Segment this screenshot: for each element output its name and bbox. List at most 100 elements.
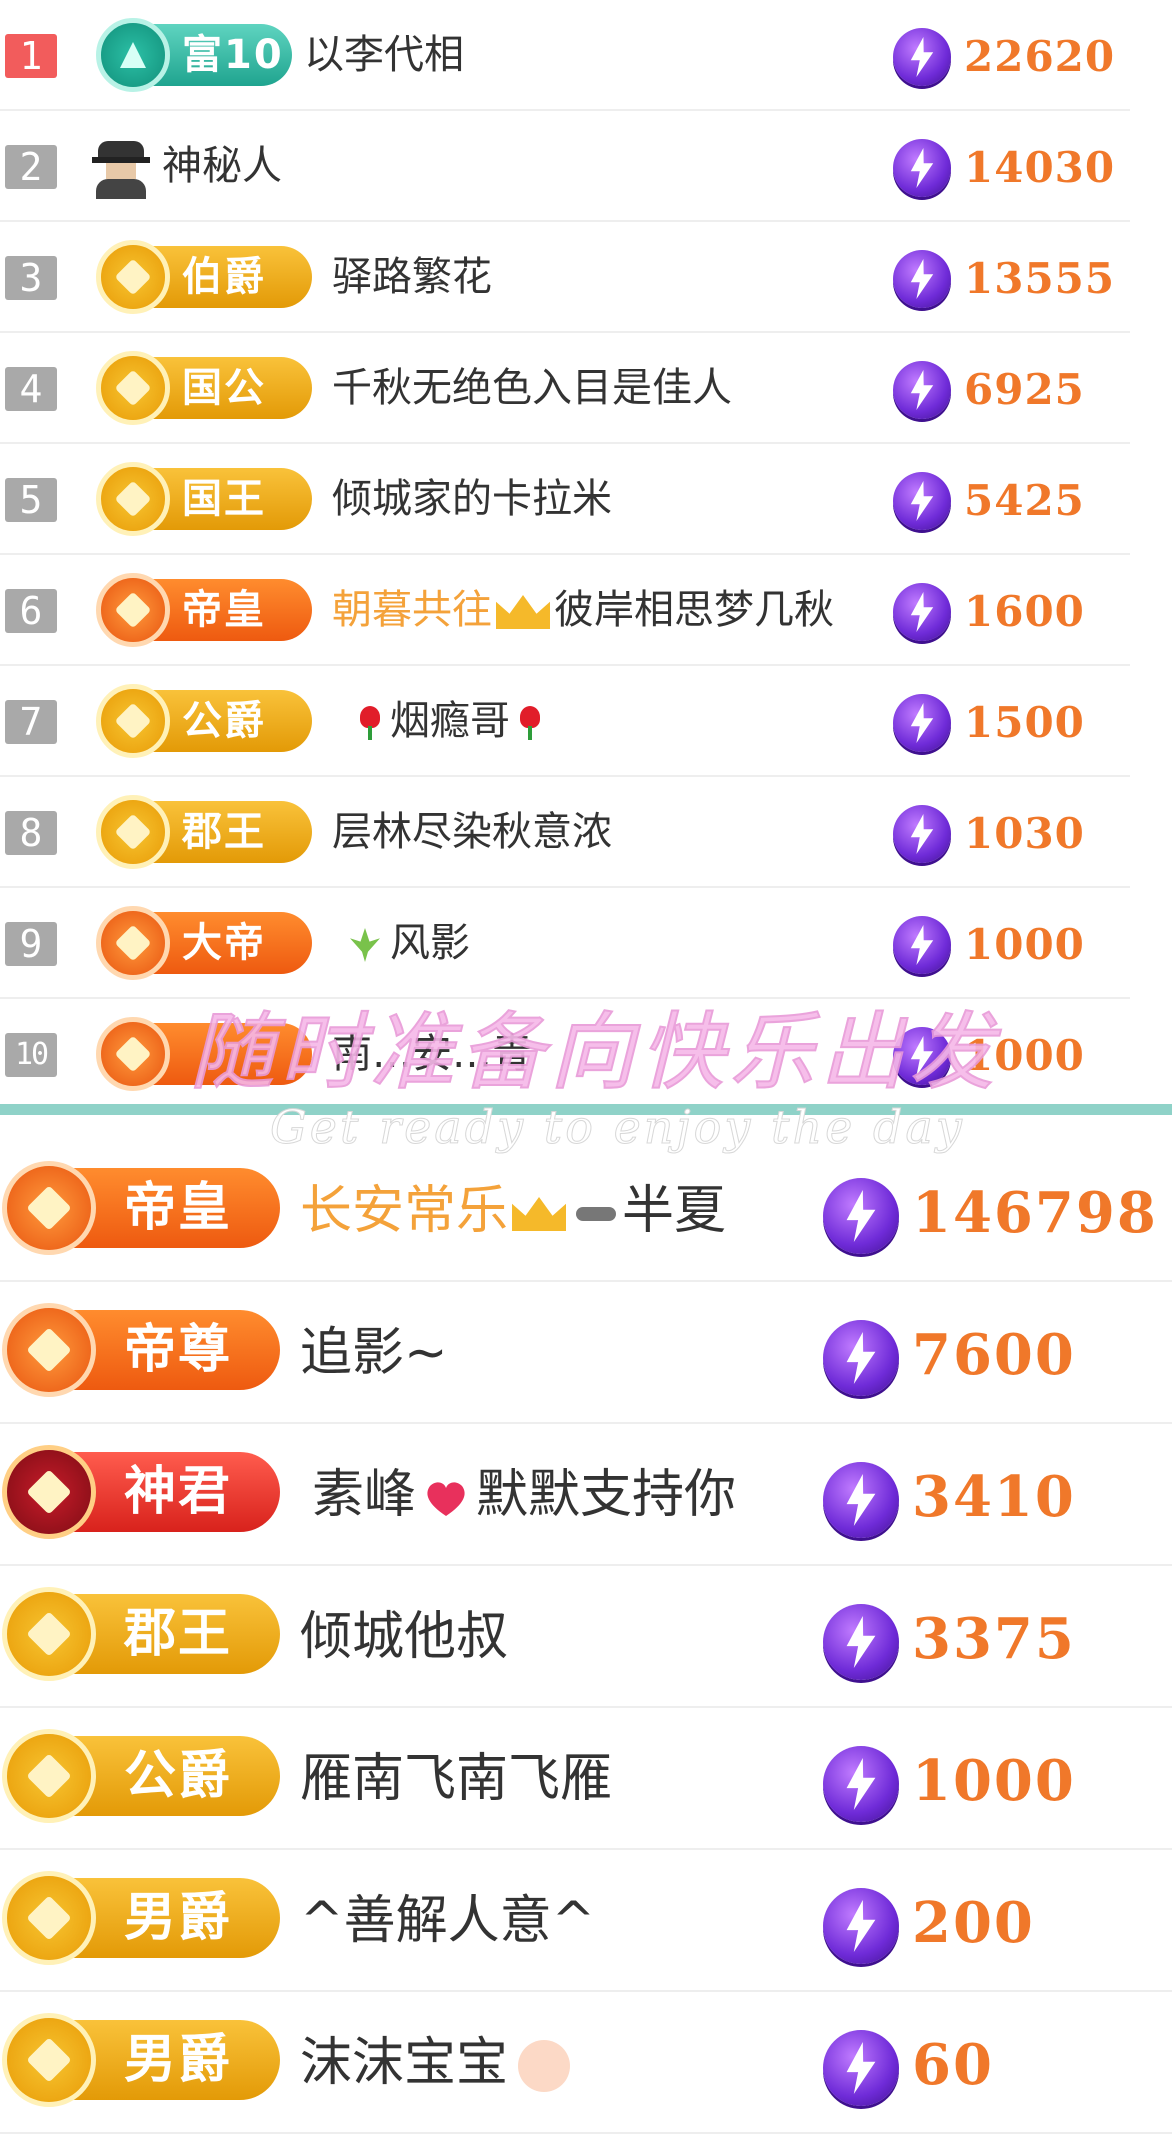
- medal-icon: [2, 2013, 96, 2107]
- medal-icon: [2, 1729, 96, 1823]
- rank-number: 3: [5, 256, 57, 300]
- username[interactable]: 风影: [350, 914, 470, 972]
- lightning-coin-icon: [823, 1462, 899, 1538]
- username[interactable]: 烟瘾哥: [350, 692, 550, 750]
- list-item[interactable]: 郡王 倾城他叔 3375: [0, 1566, 1172, 1708]
- rank-badge: 郡王: [96, 795, 312, 869]
- list-item[interactable]: 1 富10 以李代相 22620: [0, 0, 1130, 111]
- score-value: 60: [912, 2032, 994, 2098]
- list-item[interactable]: 7 公爵 烟瘾哥 1500: [0, 666, 1130, 777]
- username[interactable]: 朝暮共往 彼岸相思梦几秋: [332, 581, 834, 639]
- username[interactable]: 追影~: [300, 1318, 448, 1388]
- rank-number: 9: [5, 922, 57, 966]
- score-value: 13555: [964, 254, 1116, 303]
- badge-label: 公爵: [182, 698, 266, 744]
- username[interactable]: 层林尽染秋意浓: [332, 803, 612, 861]
- username-text: 驿路繁花: [332, 254, 492, 300]
- medal-icon: [96, 240, 170, 314]
- list-item[interactable]: 神君 素峰 默默支持你 3410: [0, 1424, 1172, 1566]
- rank-number: 4: [5, 367, 57, 411]
- username-text: 神秘人: [162, 143, 282, 189]
- username-text: 千秋无绝色入目是佳人: [332, 365, 732, 411]
- heart-icon: [424, 1478, 468, 1518]
- list-item[interactable]: 4 国公 千秋无绝色入目是佳人 6925: [0, 333, 1130, 444]
- username-text: 层林尽染秋意浓: [332, 809, 612, 855]
- score-value: 1030: [964, 809, 1085, 858]
- rank-number: 6: [5, 589, 57, 633]
- rank-number: 5: [5, 478, 57, 522]
- watermark-chinese: 随时准备向快乐出发: [189, 1002, 1001, 1102]
- badge-label: 伯爵: [182, 254, 266, 300]
- crown-icon: [512, 1197, 567, 1231]
- score-value: 6925: [964, 365, 1085, 414]
- medal-icon: [96, 351, 170, 425]
- rank-number: 7: [5, 700, 57, 744]
- score-value: 14030: [964, 143, 1116, 192]
- medal-icon: [96, 1017, 170, 1091]
- score-value: 1000: [912, 1748, 1076, 1814]
- rank-badge: 国公: [96, 351, 312, 425]
- list-item[interactable]: 帝尊 追影~ 7600: [0, 1282, 1172, 1424]
- username-text: 追影~: [300, 1323, 448, 1383]
- rank-number: 10: [5, 1033, 57, 1077]
- username-text: 长安常乐: [300, 1181, 509, 1241]
- username-text: 彼岸相思梦几秋: [554, 587, 834, 633]
- username-text: 素峰: [312, 1465, 417, 1525]
- rank-badge: 公爵: [96, 684, 312, 758]
- username[interactable]: 倾城家的卡拉米: [332, 470, 612, 528]
- rose-icon: [360, 706, 380, 740]
- badge-label: 郡王: [124, 1604, 233, 1664]
- lightning-coin-icon: [893, 694, 951, 752]
- score-value: 7600: [912, 1322, 1076, 1388]
- rank-number: 8: [5, 811, 57, 855]
- username[interactable]: 神秘人: [162, 137, 282, 195]
- username[interactable]: 以李代相: [304, 26, 464, 84]
- badge-label: 帝尊: [124, 1320, 233, 1380]
- list-item[interactable]: 公爵 雁南飞南飞雁 1000: [0, 1708, 1172, 1850]
- username[interactable]: 倾城他叔: [300, 1602, 508, 1672]
- score-value: 3410: [912, 1464, 1076, 1530]
- list-item[interactable]: 2 神秘人 14030: [0, 111, 1130, 222]
- username[interactable]: 千秋无绝色入目是佳人: [332, 359, 732, 417]
- badge-label: 神君: [124, 1462, 233, 1522]
- username-text: 倾城家的卡拉米: [332, 476, 612, 522]
- lightning-coin-icon: [823, 1178, 899, 1254]
- username-text: 沫沫宝宝: [300, 2033, 509, 2093]
- baby-icon: [518, 2040, 571, 2092]
- rank-number: 1: [5, 34, 57, 78]
- username[interactable]: ^善解人意^: [300, 1886, 595, 1956]
- list-item[interactable]: 帝皇 长安常乐 半夏 146798: [0, 1140, 1172, 1282]
- score-value: 1000: [964, 920, 1085, 969]
- username-text: 朝暮共往: [332, 587, 492, 633]
- list-item[interactable]: 6 帝皇 朝暮共往 彼岸相思梦几秋 1600: [0, 555, 1130, 666]
- username-text: 雁南飞南飞雁: [300, 1749, 613, 1809]
- username[interactable]: 驿路繁花: [332, 248, 492, 306]
- medal-icon: [96, 573, 170, 647]
- medal-icon: [2, 1303, 96, 1397]
- rank-badge: 公爵: [2, 1729, 280, 1823]
- medal-icon: [96, 795, 170, 869]
- rank-badge: 郡王: [2, 1587, 280, 1681]
- badge-label: 男爵: [124, 2030, 233, 2090]
- list-item[interactable]: 9 大帝 风影 1000: [0, 888, 1130, 999]
- rank-badge: 帝尊: [2, 1303, 280, 1397]
- score-value: 22620: [964, 32, 1116, 81]
- badge-label: 大帝: [182, 920, 266, 966]
- list-item[interactable]: 男爵 ^善解人意^ 200: [0, 1850, 1172, 1992]
- top-ranking-list: 1 富10 以李代相 22620 2 神秘人 14030 3 伯爵 驿路繁花 13555 4 国公 千秋无…: [0, 0, 1130, 1110]
- list-item[interactable]: 8 郡王 层林尽染秋意浓 1030: [0, 777, 1130, 888]
- list-item[interactable]: 5 国王 倾城家的卡拉米 5425: [0, 444, 1130, 555]
- username[interactable]: 素峰 默默支持你: [312, 1460, 736, 1530]
- medal-icon: [96, 18, 170, 92]
- username[interactable]: 长安常乐 半夏: [300, 1176, 726, 1246]
- lightning-coin-icon: [893, 805, 951, 863]
- username[interactable]: 沫沫宝宝: [300, 2028, 571, 2098]
- crown-icon: [496, 595, 550, 629]
- list-item[interactable]: 男爵 沫沫宝宝 60: [0, 1992, 1172, 2134]
- lightning-coin-icon: [823, 1746, 899, 1822]
- list-item[interactable]: 3 伯爵 驿路繁花 13555: [0, 222, 1130, 333]
- lightning-coin-icon: [823, 2030, 899, 2106]
- mystery-avatar-icon: [92, 141, 150, 199]
- badge-label: 帝皇: [124, 1178, 233, 1238]
- username[interactable]: 雁南飞南飞雁: [300, 1744, 612, 1814]
